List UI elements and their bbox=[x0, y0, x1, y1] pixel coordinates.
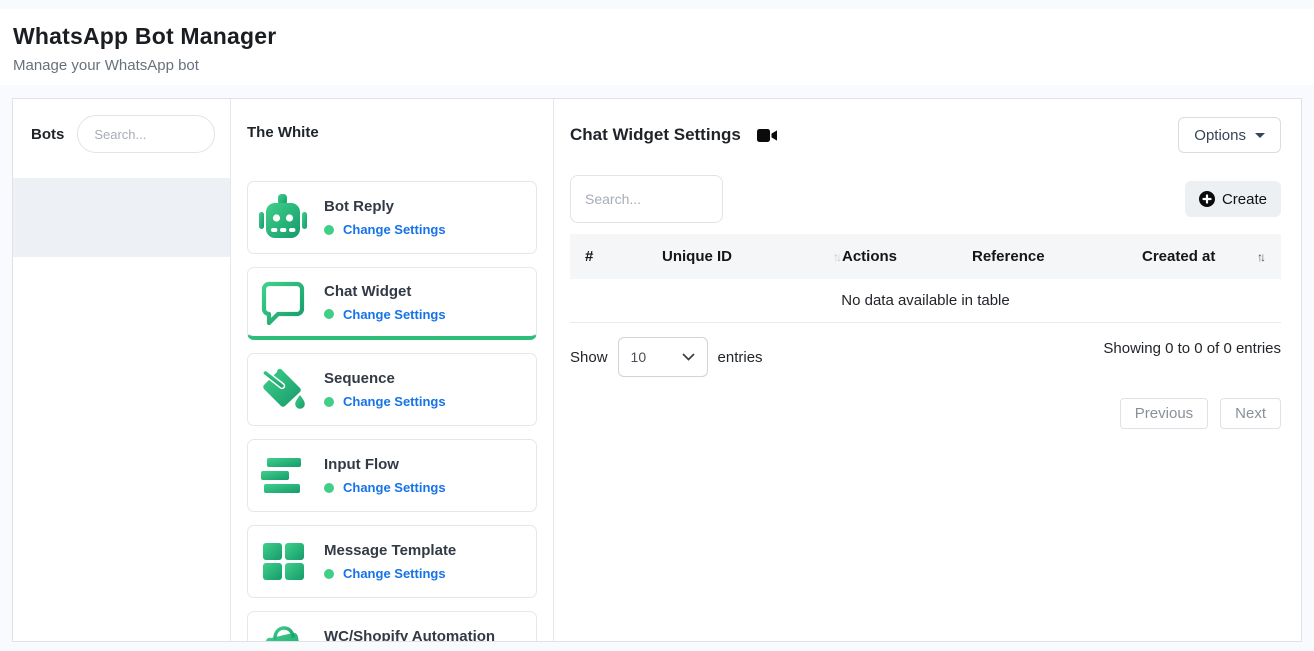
status-dot bbox=[324, 225, 334, 235]
menu-card-title: WC/Shopify Automation bbox=[324, 628, 495, 642]
bots-panel-header: Bots bbox=[13, 99, 230, 153]
column-header-reference[interactable]: Reference bbox=[972, 248, 1142, 265]
sort-icon[interactable]: ↑↓ bbox=[1257, 250, 1266, 264]
menu-card-body: Chat Widget Change Settings bbox=[324, 283, 446, 322]
shopping-bag-icon bbox=[257, 622, 309, 643]
page-title: WhatsApp Bot Manager bbox=[13, 23, 1314, 50]
change-settings-link[interactable]: Change Settings bbox=[343, 480, 446, 495]
menu-card-sequence[interactable]: Sequence Change Settings bbox=[247, 353, 537, 426]
options-button[interactable]: Options bbox=[1178, 117, 1281, 153]
video-camera-icon bbox=[757, 128, 778, 143]
entries-label: entries bbox=[718, 349, 763, 366]
status-dot bbox=[324, 309, 334, 319]
show-label: Show bbox=[570, 349, 608, 366]
menu-card-bot-reply[interactable]: Bot Reply Change Settings bbox=[247, 181, 537, 254]
status-dot bbox=[324, 483, 334, 493]
bot-name: The White bbox=[247, 124, 537, 141]
menu-card-body: Input Flow Change Settings bbox=[324, 456, 446, 495]
page-header: WhatsApp Bot Manager Manage your WhatsAp… bbox=[0, 9, 1314, 85]
change-settings-link[interactable]: Change Settings bbox=[343, 307, 446, 322]
change-settings-link[interactable]: Change Settings bbox=[343, 222, 446, 237]
table-header-row: # Unique ID ↑↓ Actions Reference Created… bbox=[570, 234, 1281, 279]
menu-card-list: Bot Reply Change Settings bbox=[247, 181, 537, 642]
paint-bucket-icon bbox=[257, 364, 309, 416]
showing-summary: Showing 0 to 0 of 0 entries bbox=[1103, 340, 1281, 357]
bot-list-item-selected[interactable] bbox=[13, 178, 230, 257]
chevron-down-icon bbox=[1255, 133, 1265, 138]
column-header-actions[interactable]: Actions bbox=[842, 248, 972, 265]
menu-card-body: WC/Shopify Automation Change Settings bbox=[324, 628, 495, 642]
menu-card-title: Input Flow bbox=[324, 456, 446, 473]
bots-label: Bots bbox=[31, 126, 64, 143]
create-button[interactable]: Create bbox=[1185, 181, 1281, 217]
menu-card-title: Message Template bbox=[324, 542, 456, 559]
change-settings-link[interactable]: Change Settings bbox=[343, 394, 446, 409]
status-dot bbox=[324, 569, 334, 579]
column-header-created-at[interactable]: Created at ↑↓ bbox=[1142, 248, 1266, 265]
bot-menu-panel: The White bbox=[231, 99, 554, 641]
column-header-unique-id[interactable]: Unique ID ↑↓ bbox=[662, 248, 842, 265]
bots-panel: Bots bbox=[13, 99, 231, 641]
chat-bubble-icon bbox=[257, 276, 309, 328]
menu-card-body: Bot Reply Change Settings bbox=[324, 198, 446, 237]
robot-icon bbox=[257, 192, 309, 244]
bots-search-input[interactable] bbox=[77, 115, 215, 153]
column-header-index[interactable]: # bbox=[585, 248, 662, 265]
page-size-value: 10 bbox=[631, 349, 647, 365]
pagination: Previous Next bbox=[570, 398, 1281, 429]
sort-icon[interactable]: ↑↓ bbox=[833, 250, 842, 264]
settings-table: # Unique ID ↑↓ Actions Reference Created… bbox=[570, 234, 1281, 323]
grid-icon bbox=[257, 536, 309, 588]
menu-card-chat-widget[interactable]: Chat Widget Change Settings bbox=[247, 267, 537, 340]
settings-title: Chat Widget Settings bbox=[570, 125, 741, 145]
main-container: Bots The White bbox=[12, 98, 1302, 642]
options-button-label: Options bbox=[1194, 127, 1246, 144]
next-button[interactable]: Next bbox=[1220, 398, 1281, 429]
page-size-select[interactable]: 10 bbox=[618, 337, 708, 377]
menu-card-body: Sequence Change Settings bbox=[324, 370, 446, 409]
previous-button[interactable]: Previous bbox=[1120, 398, 1208, 429]
status-dot bbox=[324, 397, 334, 407]
menu-card-message-template[interactable]: Message Template Change Settings bbox=[247, 525, 537, 598]
list-bars-icon bbox=[257, 450, 309, 502]
menu-card-title: Sequence bbox=[324, 370, 446, 387]
page-subtitle: Manage your WhatsApp bot bbox=[13, 57, 1314, 74]
settings-panel: Chat Widget Settings Options bbox=[554, 99, 1301, 641]
table-empty-message: No data available in table bbox=[570, 279, 1281, 323]
menu-card-title: Chat Widget bbox=[324, 283, 446, 300]
menu-card-wc-shopify-automation[interactable]: WC/Shopify Automation Change Settings bbox=[247, 611, 537, 642]
menu-card-body: Message Template Change Settings bbox=[324, 542, 456, 581]
table-search-input[interactable] bbox=[570, 175, 723, 223]
change-settings-link[interactable]: Change Settings bbox=[343, 566, 446, 581]
menu-card-title: Bot Reply bbox=[324, 198, 446, 215]
create-button-label: Create bbox=[1222, 191, 1267, 208]
plus-circle-icon bbox=[1199, 191, 1215, 207]
chevron-down-icon bbox=[682, 353, 695, 361]
menu-card-input-flow[interactable]: Input Flow Change Settings bbox=[247, 439, 537, 512]
